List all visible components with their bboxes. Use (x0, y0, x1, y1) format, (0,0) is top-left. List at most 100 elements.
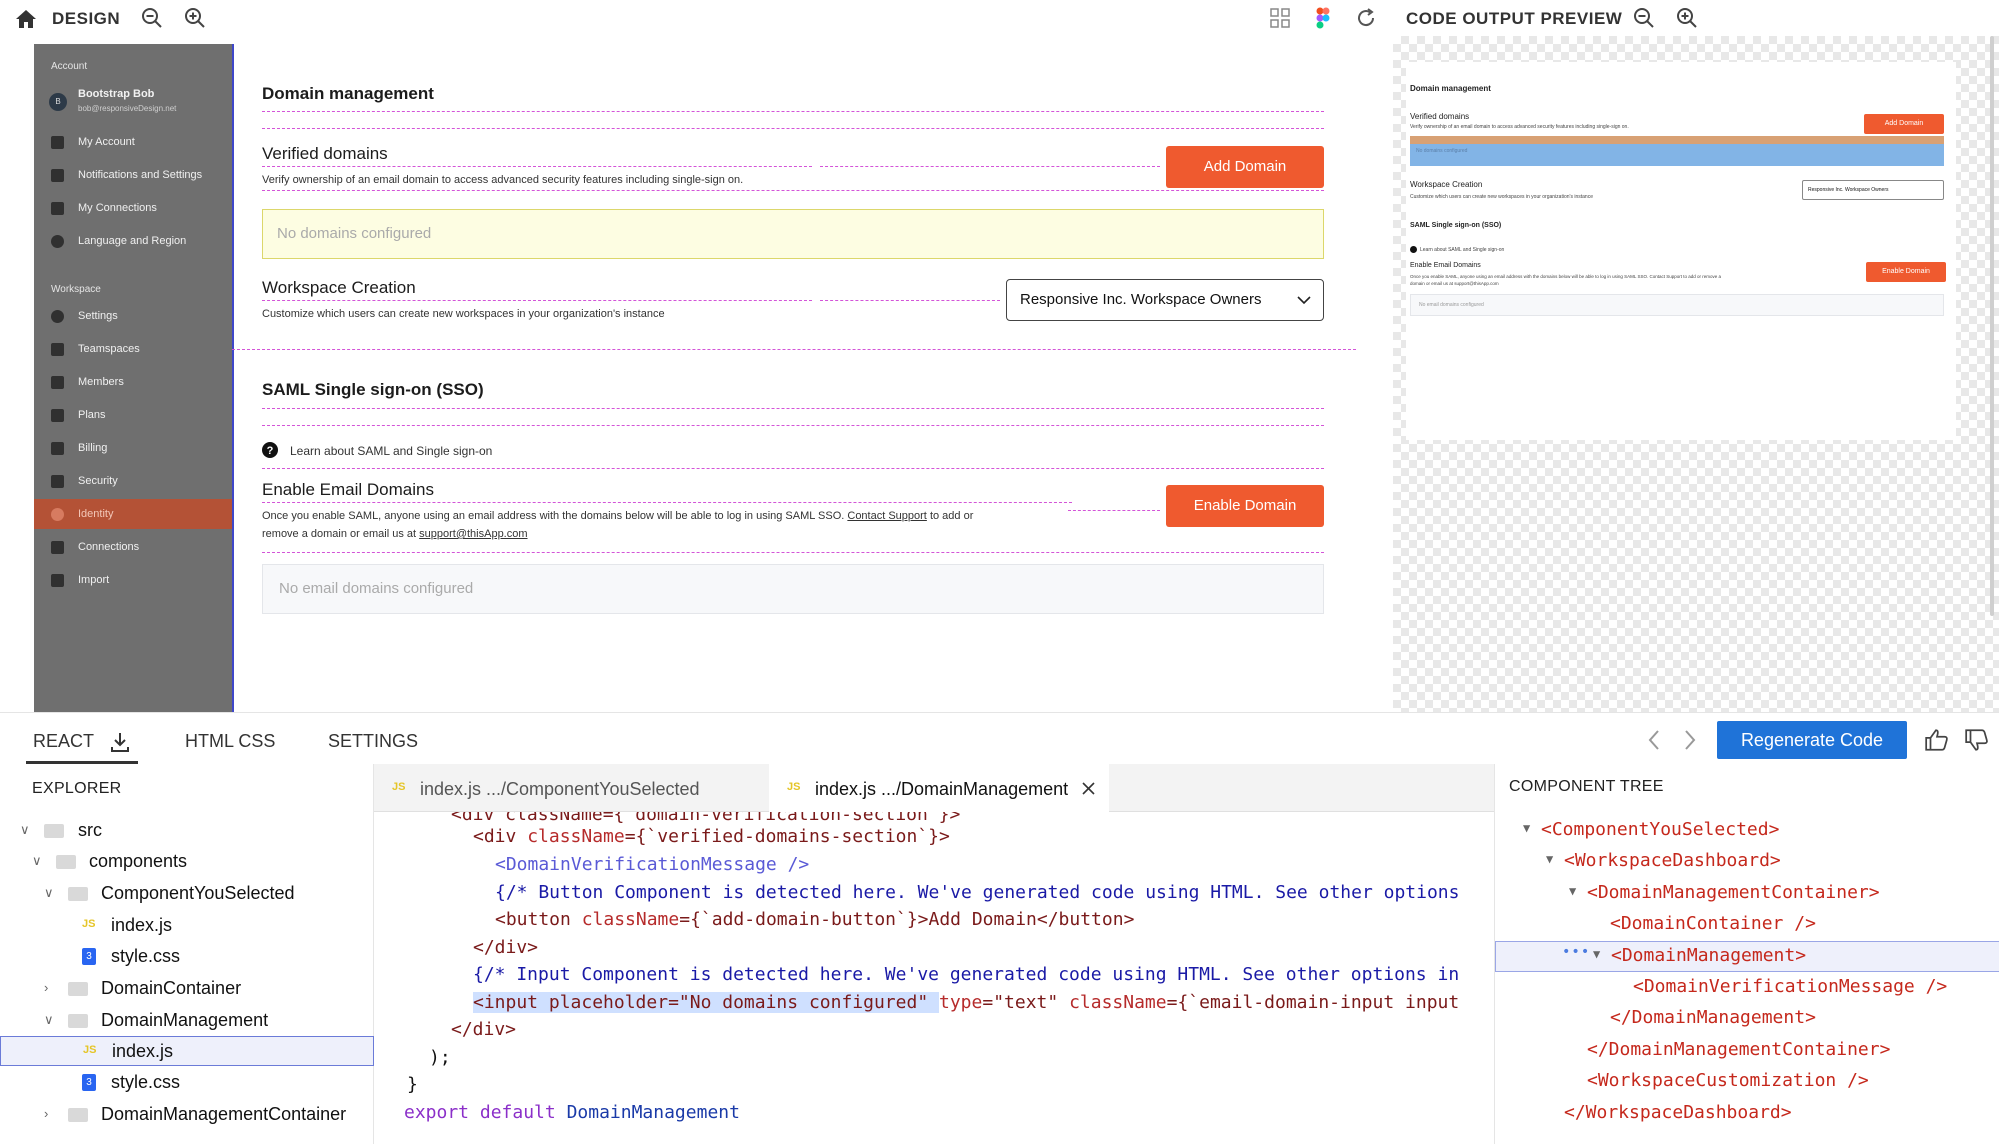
js-file-icon: JS (82, 918, 96, 930)
component-tree-row[interactable]: <DomainVerificationMessage /> (1495, 973, 1999, 1004)
chevron-right-icon[interactable] (1682, 728, 1698, 752)
learn-saml-link[interactable]: Learn about SAML and Single sign-on (290, 444, 492, 458)
zoom-out-icon[interactable] (140, 6, 164, 30)
file-explorer: EXPLORER ∨ src ∨ components ∨ ComponentY… (0, 764, 374, 1144)
sidebar-item-label: Notifications and Settings (78, 169, 203, 181)
sidebar-item-security[interactable]: Security (34, 466, 232, 496)
tree-row-style-css[interactable]: 3 style.css (0, 942, 374, 972)
tree-row-src[interactable]: ∨ src (0, 816, 374, 846)
sidebar-item-members[interactable]: Members (34, 367, 232, 397)
code-line: <DomainVerificationMessage /> (495, 854, 810, 875)
no-email-domains-field[interactable]: No email domains configured (262, 564, 1324, 614)
editor-tab-componentyouselected[interactable]: JS index.js .../ComponentYouSelected (374, 764, 769, 812)
tree-row-style-css-2[interactable]: 3 style.css (0, 1068, 374, 1098)
saml-title: SAML Single sign-on (SSO) (262, 380, 484, 399)
tree-row-index-js[interactable]: JS index.js (0, 911, 374, 941)
component-tree-label: <ComponentYouSelected> (1541, 819, 1780, 840)
component-tree-row[interactable]: ▼ <DomainManagementContainer> (1495, 879, 1999, 910)
grid-view-icon[interactable] (1268, 6, 1292, 30)
thumbs-up-icon[interactable] (1924, 727, 1950, 753)
tree-row-componentyouselected[interactable]: ∨ ComponentYouSelected (0, 879, 374, 909)
tree-row-components[interactable]: ∨ components (0, 847, 374, 877)
chevron-down-icon: ∨ (44, 885, 54, 900)
tree-label: src (78, 820, 102, 840)
tab-html-css[interactable]: HTML CSS (185, 731, 275, 752)
link-icon (51, 202, 64, 215)
home-icon[interactable] (13, 7, 39, 31)
preview-zoom-in-icon[interactable] (1675, 6, 1699, 30)
component-tree-row[interactable]: </DomainManagement> (1495, 1004, 1999, 1035)
download-icon[interactable] (110, 731, 130, 753)
add-domain-button[interactable]: Add Domain (1166, 146, 1324, 188)
sidebar-item-notifications[interactable]: Notifications and Settings (34, 160, 232, 190)
avatar: B (49, 93, 67, 111)
figma-icon[interactable] (1311, 6, 1335, 30)
guide-line (820, 300, 1000, 301)
enable-email-domains-title: Enable Email Domains (262, 480, 434, 499)
sidebar-item-language[interactable]: Language and Region (34, 226, 232, 256)
component-tree-row[interactable]: </WorkspaceDashboard> (1495, 1099, 1999, 1130)
tree-row-domainmanagement[interactable]: ∨ DomainManagement (0, 1006, 374, 1036)
sidebar-item-import[interactable]: Import (34, 565, 232, 595)
triangle-down-icon: ▼ (1546, 852, 1554, 866)
guide-line (1068, 510, 1160, 511)
component-tree-row[interactable]: ▼ <WorkspaceDashboard> (1495, 847, 1999, 878)
preview-zoom-out-icon[interactable] (1632, 6, 1656, 30)
code-token: ={`verified-domains-section`}> (624, 826, 950, 847)
sidebar-item-my-connections[interactable]: My Connections (34, 193, 232, 223)
support-email-link[interactable]: support@thisApp.com (419, 528, 527, 540)
preview-workspace-select[interactable]: Responsive Inc. Workspace Owners (1802, 180, 1944, 200)
sidebar-item-my-account[interactable]: My Account (34, 127, 232, 157)
code-content[interactable]: <div className={`domain-verification-sec… (374, 812, 1494, 1144)
enable-description-line-2: remove a domain or email us at support@t… (262, 528, 528, 540)
css-file-icon: 3 (82, 948, 96, 965)
chevron-left-icon[interactable] (1646, 728, 1662, 752)
zoom-in-icon[interactable] (183, 6, 207, 30)
sidebar-item-billing[interactable]: Billing (34, 433, 232, 463)
folder-icon (68, 982, 88, 996)
component-tree-row[interactable]: <WorkspaceCustomization /> (1495, 1067, 1999, 1098)
close-icon[interactable] (1082, 782, 1095, 795)
tree-row-domaincontainer[interactable]: › DomainContainer (0, 974, 374, 1004)
workspace-owners-select[interactable]: Responsive Inc. Workspace Owners (1006, 279, 1324, 321)
regenerate-code-button[interactable]: Regenerate Code (1717, 721, 1907, 759)
sidebar-item-teamspaces[interactable]: Teamspaces (34, 334, 232, 364)
component-tree-label: <WorkspaceDashboard> (1564, 850, 1781, 871)
account-section-label: Account (51, 61, 88, 72)
sidebar-item-connections[interactable]: Connections (34, 532, 232, 562)
preview-enable-desc-2: domain or email us at support@thisApp.co… (1410, 281, 1499, 286)
sidebar-item-settings[interactable]: Settings (34, 301, 232, 331)
thumbs-down-icon[interactable] (1964, 727, 1990, 753)
tree-row-index-js-selected[interactable]: JS index.js (0, 1036, 374, 1066)
component-tree-title: COMPONENT TREE (1509, 778, 1664, 795)
sidebar-item-identity[interactable]: Identity (34, 499, 232, 529)
contact-support-link[interactable]: Contact Support (847, 510, 927, 522)
more-options-icon[interactable]: ••• (1562, 944, 1590, 960)
editor-tab-domainmanagement[interactable]: JS index.js .../DomainManagement (769, 764, 1109, 812)
preview-add-domain-button[interactable]: Add Domain (1864, 114, 1944, 134)
preview-enable-domain-button[interactable]: Enable Domain (1866, 262, 1946, 282)
code-line: </div> (451, 1019, 517, 1040)
code-editor: JS index.js .../ComponentYouSelected JS … (374, 764, 1494, 1144)
preview-scrollbar[interactable] (1990, 36, 1994, 616)
no-domains-field[interactable]: No domains configured (262, 209, 1324, 259)
sidebar-item-label: My Connections (78, 202, 157, 214)
tab-settings[interactable]: SETTINGS (328, 731, 418, 752)
component-tree-row[interactable]: </DomainManagementContainer> (1495, 1036, 1999, 1067)
sidebar-item-label: Settings (78, 310, 118, 322)
component-tree-label: </DomainManagement> (1610, 1007, 1816, 1028)
guide-line (262, 128, 1324, 129)
refresh-icon[interactable] (1354, 6, 1378, 30)
enable-domain-button[interactable]: Enable Domain (1166, 485, 1324, 527)
sidebar-item-plans[interactable]: Plans (34, 400, 232, 430)
folder-icon (44, 824, 64, 838)
guide-line (262, 111, 1324, 112)
help-icon[interactable]: ? (262, 442, 278, 458)
component-tree-row-selected[interactable]: ••• ▼ <DomainManagement> (1495, 941, 1999, 972)
component-tree-row[interactable]: ▼ <ComponentYouSelected> (1495, 816, 1999, 847)
tab-react[interactable]: REACT (33, 731, 94, 752)
book-icon (51, 409, 64, 422)
component-tree-row[interactable]: <DomainContainer /> (1495, 910, 1999, 941)
code-line: ); (429, 1047, 451, 1068)
tree-row-domainmanagementcontainer[interactable]: › DomainManagementContainer (0, 1100, 374, 1130)
